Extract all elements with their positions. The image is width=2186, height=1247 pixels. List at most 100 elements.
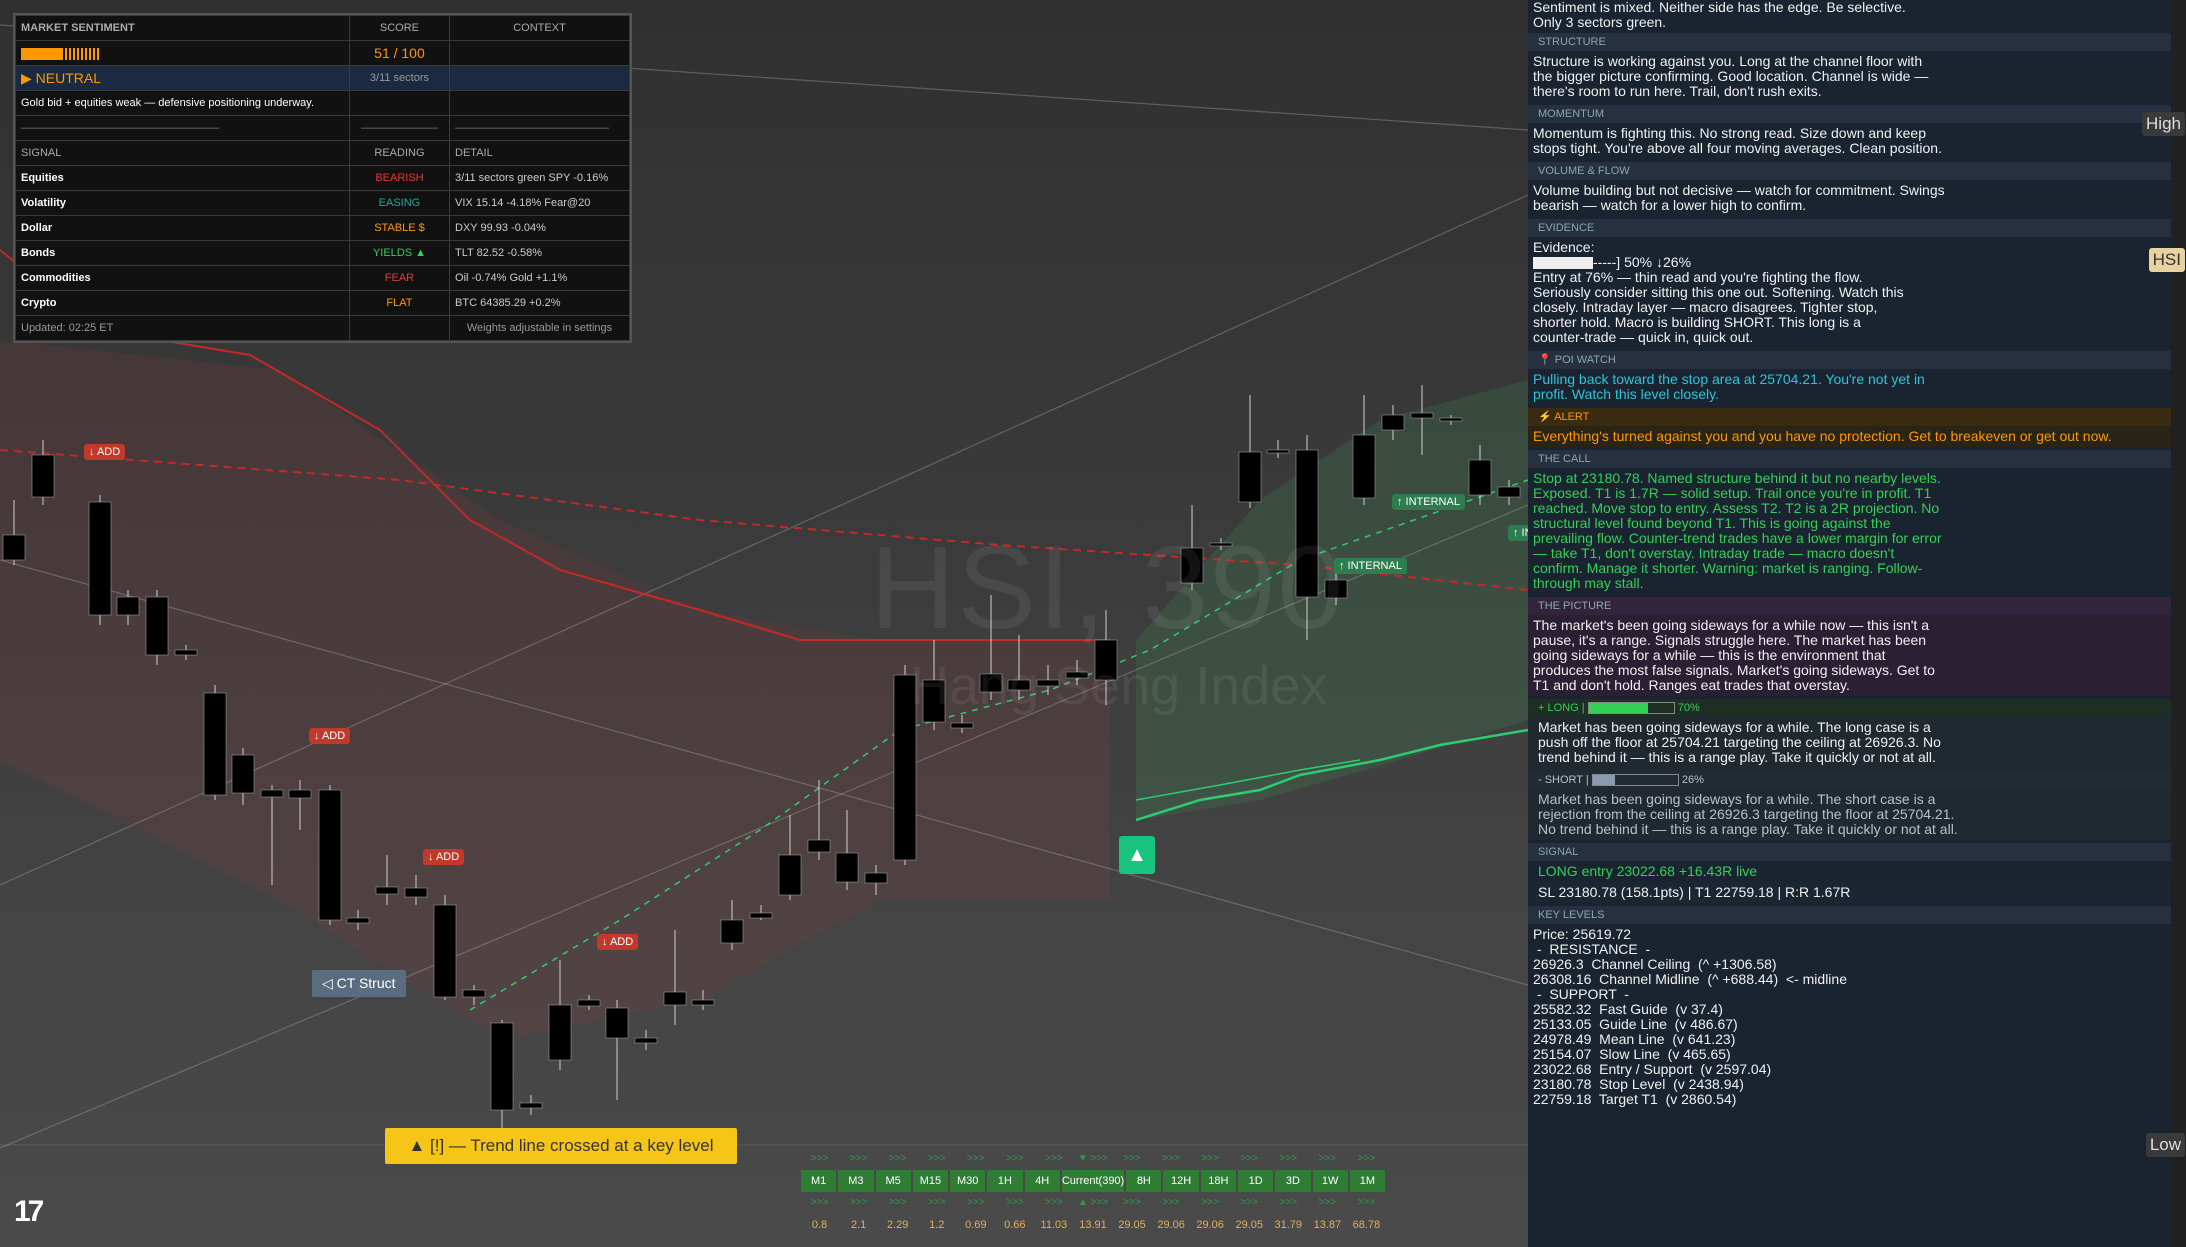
detail-header: DETAIL [449, 140, 630, 166]
signal-detail: VIX 15.14 -4.18% Fear@20 [449, 190, 630, 216]
sentiment-context: 3/11 sectors [348, 65, 451, 91]
tf-label[interactable]: 4H [1024, 1170, 1060, 1192]
short-bar [1591, 774, 1679, 787]
separator: —————————————— [449, 115, 630, 141]
tf-trend-arrow: >>> [1240, 1197, 1258, 1208]
bearish-candle [1381, 414, 1405, 431]
volume-text: Volume building but not decisive — watch… [1533, 182, 1945, 213]
evidence-text: Entry at 76% — thin read and you're figh… [1533, 269, 1904, 345]
tf-trend-arrow: >>> [967, 1197, 985, 1208]
tf-trend-arrow: >>> [810, 1197, 829, 1208]
add-signal[interactable]: ↓ ADD [309, 728, 351, 744]
analysis-panel[interactable]: Sentiment is mixed. Neither side has the… [1528, 0, 2171, 1247]
tf-label[interactable]: 3D [1275, 1170, 1311, 1192]
bearish-candle [1410, 412, 1434, 419]
bearish-candle [260, 789, 284, 798]
tf-label[interactable]: 1H [987, 1170, 1023, 1192]
bearish-candle [88, 501, 112, 616]
add-signal[interactable]: ↓ ADD [84, 444, 126, 460]
tf-label[interactable]: Current(390) [1061, 1170, 1125, 1192]
tf-value: 0.8 [811, 1219, 828, 1231]
bearish-candle [1352, 434, 1376, 499]
key-level-line: 26926.3 Channel Ceiling (^ +1306.58) [1533, 956, 1777, 972]
tradingview-logo[interactable]: 17 [14, 1195, 44, 1229]
bearish-candle [404, 887, 428, 898]
tf-value: 11.03 [1040, 1219, 1068, 1231]
tf-label[interactable]: 12H [1163, 1170, 1199, 1192]
add-signal[interactable]: ↓ ADD [597, 934, 639, 950]
momentum-header: MOMENTUM [1528, 105, 2171, 123]
the-call-text: Stop at 23180.78. Named structure behind… [1533, 470, 1942, 591]
tf-trend-arrow: >>> [810, 1153, 829, 1164]
bearish-candle [231, 754, 255, 794]
tf-trend-arrow: >>> [1123, 1197, 1141, 1208]
tf-value: 29.05 [1118, 1219, 1146, 1231]
tf-label[interactable]: M3 [838, 1170, 874, 1192]
bearish-candle [577, 999, 601, 1007]
volume-header: VOLUME & FLOW [1528, 162, 2171, 180]
signal-header: SIGNAL [15, 140, 350, 166]
tf-trend-arrow: >>> [1201, 1153, 1219, 1164]
bearish-candle [778, 854, 802, 896]
bearish-candle [519, 1102, 543, 1109]
tf-value: 31.79 [1274, 1219, 1303, 1231]
hsi-price-tag[interactable]: HSI [2148, 248, 2185, 272]
tf-label[interactable]: M15 [912, 1170, 949, 1192]
bearish-candle [720, 919, 744, 944]
key-levels-list: Price: 25619.72 - RESISTANCE -26926.3 Ch… [1528, 924, 2171, 1107]
context-header: CONTEXT [449, 15, 630, 41]
score-value: 51 / 100 [348, 40, 451, 66]
signal-name: Bonds [15, 240, 350, 266]
evidence-header: EVIDENCE [1528, 219, 2171, 237]
signal-line: LONG entry 23022.68 +16.43R live [1538, 863, 1758, 879]
tf-value: 0.66 [1004, 1219, 1026, 1231]
evidence-bar-text: -----] 50% ↓26% [1593, 254, 1692, 270]
structure-text: Structure is working against you. Long a… [1533, 53, 1929, 99]
tf-trend-arrow: >>> [927, 1197, 946, 1208]
tf-label[interactable]: 8H [1126, 1170, 1162, 1192]
long-entry-marker[interactable]: ▲ [1119, 836, 1155, 874]
short-percent: 26% [1681, 774, 1704, 786]
tf-trend-arrow: >>> [1240, 1153, 1258, 1164]
tf-label[interactable]: 1M [1349, 1170, 1386, 1192]
bearish-candle [145, 596, 169, 656]
score-bar [21, 47, 101, 60]
signal-reading: EASING [348, 190, 451, 216]
bearish-candle [462, 989, 486, 998]
price-scale[interactable]: High HSI Low [2142, 0, 2186, 1247]
tf-label[interactable]: M1 [801, 1170, 837, 1192]
signal-reading: FEAR [348, 265, 451, 291]
tf-value: 0.69 [965, 1219, 987, 1231]
tf-label[interactable]: M30 [950, 1170, 986, 1192]
sentiment-row: Commodities FEAR Oil -0.74% Gold +1.1% [15, 265, 630, 291]
high-tag[interactable]: High [2142, 112, 2185, 136]
trend-line-alert-banner[interactable]: ▲ [!] — Trend line crossed at a key leve… [385, 1128, 737, 1164]
sentiment-row: Equities BEARISH 3/11 sectors green SPY -0… [15, 165, 630, 191]
tf-trend-arrow: ▼ >>> [1077, 1153, 1109, 1164]
poi-watch-text: Pulling back toward the stop area at 257… [1533, 371, 1925, 402]
symbol-watermark: HSI, 390 [870, 522, 1346, 654]
tf-label[interactable]: 1D [1238, 1170, 1274, 1192]
ct-struct-label[interactable]: ◁ CT Struct [312, 970, 406, 997]
tf-value: 2.29 [886, 1219, 909, 1231]
separator: —————————————————— [15, 115, 350, 141]
bearish-candle [2, 534, 26, 561]
key-level-line: 26308.16 Channel Midline (^ +688.44) <- … [1533, 971, 1847, 987]
tf-label[interactable]: 18H [1200, 1170, 1237, 1192]
internal-signal[interactable]: ↑ INTERNAL [1392, 494, 1465, 510]
internal-signal[interactable]: ↑ INTERNAL [1334, 558, 1407, 574]
tf-label[interactable]: M5 [875, 1170, 911, 1192]
bearish-candle [346, 917, 370, 924]
add-signal[interactable]: ↓ ADD [423, 849, 465, 865]
bearish-candle [634, 1037, 658, 1044]
bearish-candle [174, 649, 198, 656]
bearish-candle [1497, 486, 1521, 498]
bearish-candle [950, 722, 974, 729]
tf-label[interactable]: 1W [1312, 1170, 1348, 1192]
low-tag[interactable]: Low [2145, 1133, 2185, 1157]
long-label: + LONG | [1538, 702, 1585, 714]
long-percent: 70% [1677, 702, 1700, 714]
tf-trend-arrow: >>> [1045, 1197, 1063, 1208]
internal-signal[interactable]: ↑ IN [1508, 525, 1528, 541]
alert-header: ⚡ ALERT [1528, 408, 2171, 426]
